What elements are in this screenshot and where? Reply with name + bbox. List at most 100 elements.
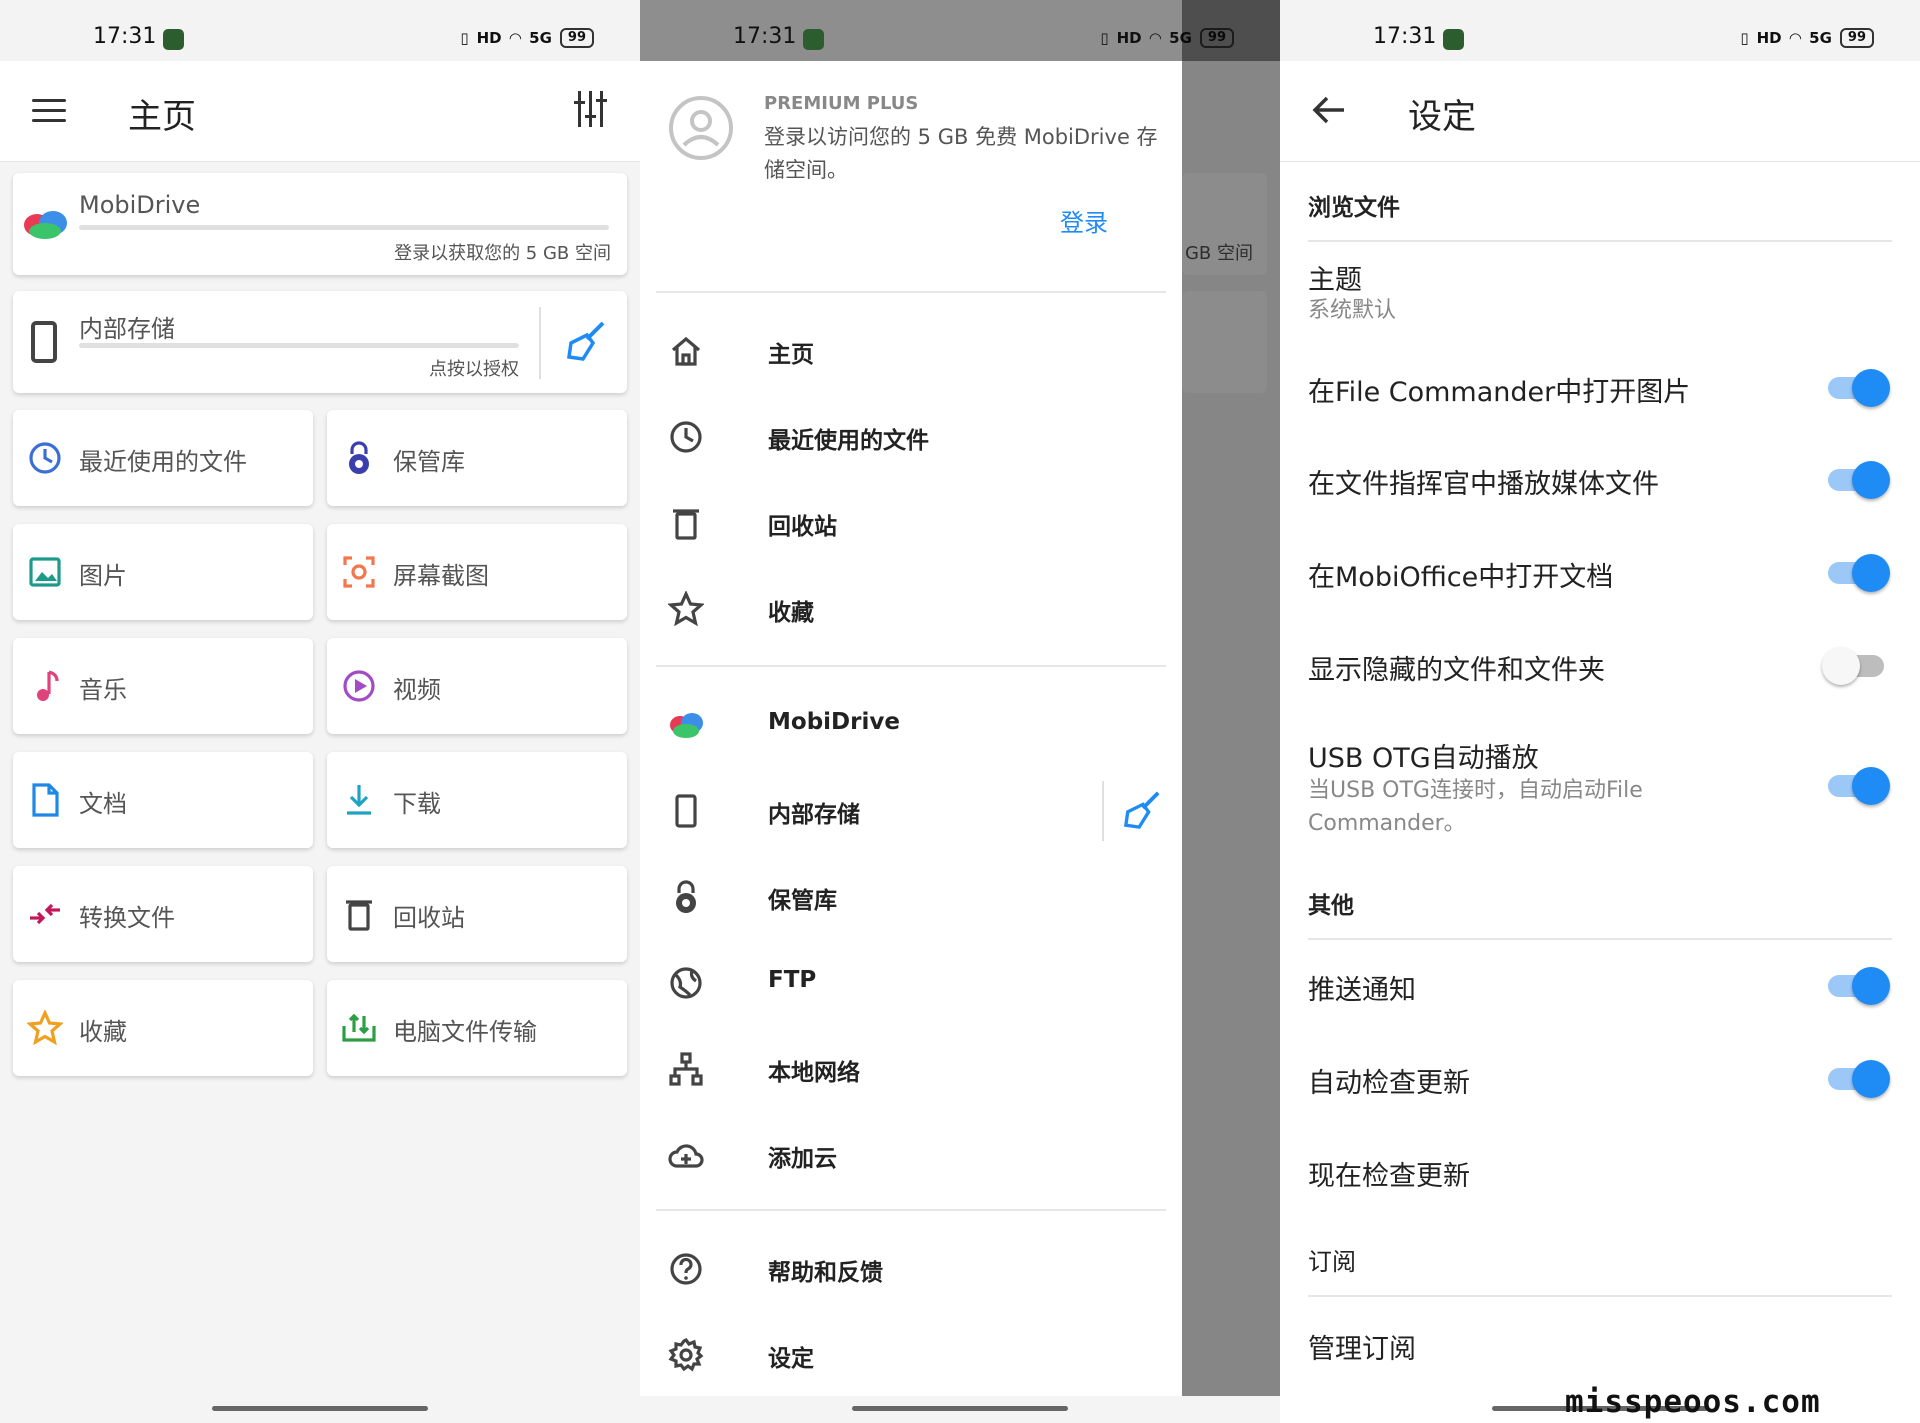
drawer-item-help[interactable]: 帮助和反馈 (640, 1239, 1182, 1299)
drawer-item-home[interactable]: 主页 (640, 321, 1182, 381)
signal-icon: 5G (1809, 29, 1832, 47)
tile-pc-transfer[interactable]: 电脑文件传输 (327, 980, 627, 1076)
drawer-item-clock[interactable]: 最近使用的文件 (640, 407, 1182, 467)
broom-clean-icon[interactable] (565, 321, 607, 361)
check-now-setting[interactable]: 现在检查更新 (1308, 1154, 1470, 1193)
drawer-divider (656, 1209, 1166, 1211)
tile-vault-lock[interactable]: 保管库 (327, 410, 627, 506)
vibrate-icon: ▯ (1100, 29, 1109, 47)
signal-icon: 5G (529, 29, 552, 47)
tile-trash[interactable]: 回收站 (327, 866, 627, 962)
login-button[interactable]: 登录 (1060, 203, 1108, 238)
login-prompt: 登录以访问您的 5 GB 免费 MobiDrive 存储空间。 (764, 125, 1158, 182)
tile-screenshot[interactable]: 屏幕截图 (327, 524, 627, 620)
drawer-item-trash[interactable]: 回收站 (640, 493, 1182, 553)
settings-divider (1308, 1295, 1892, 1297)
usb-otg-toggle[interactable] (1828, 767, 1890, 805)
drawer-item-label: 收藏 (768, 600, 814, 626)
open-images-toggle[interactable] (1828, 369, 1890, 407)
tile-music-note[interactable]: 音乐 (13, 638, 313, 734)
drawer-item-network[interactable]: 本地网络 (640, 1039, 1182, 1099)
show-hidden-setting[interactable]: 显示隐藏的文件和文件夹 (1308, 648, 1605, 687)
drawer-item-star[interactable]: 收藏 (640, 579, 1182, 639)
tile-label: 保管库 (393, 448, 465, 476)
page-title: 主页 (128, 97, 196, 137)
battery-icon: 99 (1839, 28, 1874, 48)
wifi-icon: ◠ (1789, 29, 1802, 47)
star-icon (668, 591, 704, 627)
status-icons: ▯ HD ◠ 5G 99 (1740, 28, 1874, 48)
theme-setting[interactable]: 主题 (1308, 258, 1362, 297)
tile-label: 图片 (79, 562, 127, 590)
tile-label: 文档 (79, 790, 127, 818)
push-notifications-setting[interactable]: 推送通知 (1308, 968, 1416, 1007)
open-images-setting[interactable]: 在File Commander中打开图片 (1308, 370, 1690, 409)
drawer-item-vault-lock[interactable]: 保管库 (640, 867, 1182, 927)
music-note-icon (37, 670, 59, 701)
drawer-item-label: 设定 (768, 1346, 814, 1372)
mobidrive-card[interactable]: MobiDrive 登录以获取您的 5 GB 空间 (13, 173, 627, 275)
tile-label: 转换文件 (79, 904, 175, 932)
internal-storage-label: 内部存储 (79, 315, 175, 343)
tile-label: 回收站 (393, 904, 465, 932)
push-notifications-toggle[interactable] (1828, 967, 1890, 1005)
document-icon (32, 783, 59, 817)
show-hidden-toggle[interactable] (1822, 647, 1884, 685)
mobidrive-subtitle: 登录以获取您的 5 GB 空间 (394, 243, 611, 264)
tile-play-circle[interactable]: 视频 (327, 638, 627, 734)
app-notification-icon (1443, 29, 1464, 50)
drawer-item-label: 内部存储 (768, 802, 860, 828)
play-media-toggle[interactable] (1828, 461, 1890, 499)
drawer-item-label: 添加云 (768, 1146, 837, 1172)
broom-clean-icon[interactable] (1122, 791, 1162, 829)
clock-icon (670, 421, 702, 453)
back-arrow-icon[interactable] (1312, 95, 1346, 125)
drawer-item-globe[interactable]: FTP (640, 953, 1182, 1013)
drawer-item-gear[interactable]: 设定 (640, 1325, 1182, 1385)
open-docs-toggle[interactable] (1828, 554, 1890, 592)
manage-subscription-setting[interactable]: 管理订阅 (1308, 1327, 1416, 1366)
item-divider (1102, 781, 1104, 841)
hamburger-menu-icon[interactable] (32, 99, 66, 123)
play-media-setting[interactable]: 在文件指挥官中播放媒体文件 (1308, 462, 1659, 501)
phone-icon (31, 321, 57, 363)
usb-otg-setting[interactable]: USB OTG自动播放 (1308, 736, 1539, 775)
trash-icon (346, 900, 372, 931)
tile-clock[interactable]: 最近使用的文件 (13, 410, 313, 506)
settings-screen: 17:31 ▯ HD ◠ 5G 99 设定 浏览文件 主题 系统默认 在File… (1280, 0, 1920, 1423)
settings-app-bar: 设定 (1280, 61, 1920, 162)
wifi-icon: ◠ (1149, 29, 1162, 47)
tile-download[interactable]: 下载 (327, 752, 627, 848)
home-screen: 17:31 ▯ HD ◠ 5G 99 主页 MobiDrive 登录以获取您的 … (0, 0, 640, 1423)
filter-settings-icon[interactable] (574, 91, 608, 129)
navigation-drawer: PREMIUM PLUS 登录以访问您的 5 GB 免费 MobiDrive 存… (640, 61, 1182, 1396)
drawer-scrim[interactable] (1182, 0, 1280, 1396)
gesture-bar[interactable] (852, 1406, 1068, 1411)
status-icons: ▯ HD ◠ 5G 99 (460, 28, 594, 48)
drawer-item-label: 本地网络 (768, 1060, 860, 1086)
tile-convert[interactable]: 转换文件 (13, 866, 313, 962)
drawer-item-label: FTP (768, 967, 817, 993)
drawer-item-cloud-add[interactable]: 添加云 (640, 1125, 1182, 1185)
gesture-bar[interactable] (212, 1406, 428, 1411)
pc-transfer-icon (342, 1013, 376, 1042)
status-bar: 17:31 ▯ HD ◠ 5G 99 (0, 0, 640, 61)
mobidrive-label: MobiDrive (79, 191, 201, 219)
app-notification-icon (803, 29, 824, 50)
avatar-icon[interactable] (668, 95, 734, 161)
drawer-item-label: MobiDrive (768, 709, 900, 735)
tile-image[interactable]: 图片 (13, 524, 313, 620)
premium-label: PREMIUM PLUS (764, 93, 919, 114)
screenshot-icon (343, 556, 375, 588)
drawer-item-phone[interactable]: 内部存储 (640, 781, 1182, 841)
help-icon (670, 1253, 702, 1285)
tile-star[interactable]: 收藏 (13, 980, 313, 1076)
trash-icon (673, 509, 699, 540)
open-docs-setting[interactable]: 在MobiOffice中打开文档 (1308, 555, 1613, 594)
auto-update-setting[interactable]: 自动检查更新 (1308, 1061, 1470, 1100)
internal-storage-card[interactable]: 内部存储 点按以授权 (13, 291, 627, 393)
auto-update-toggle[interactable] (1828, 1060, 1890, 1098)
tile-document[interactable]: 文档 (13, 752, 313, 848)
usb-otg-description: 当USB OTG连接时，自动启动File Commander。 (1308, 778, 1643, 836)
drawer-item-mobidrive-logo[interactable]: MobiDrive (640, 695, 1182, 755)
